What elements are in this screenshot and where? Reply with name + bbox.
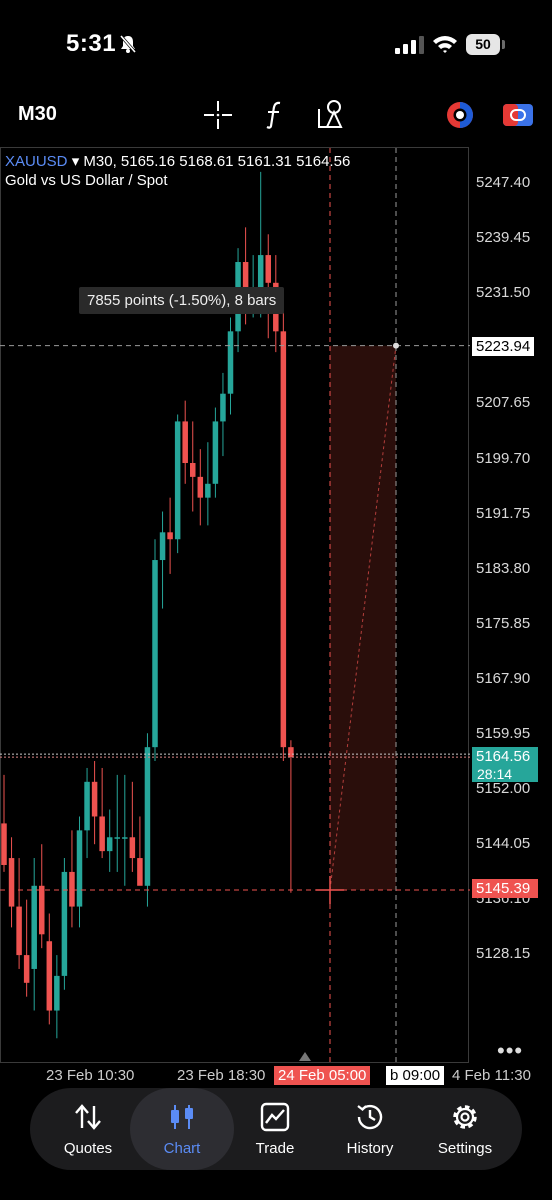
price-axis-label: 5128.15 (476, 945, 531, 963)
plot-border (0, 147, 469, 1063)
price-axis-label: 5199.70 (476, 449, 531, 467)
candle-body (84, 781, 90, 831)
candle-body (152, 560, 158, 748)
price-axis-label: 5247.40 (476, 174, 531, 191)
nav-label: Trade (255, 1140, 295, 1157)
candle-body (137, 858, 143, 886)
candle-body (46, 941, 53, 1011)
status-bar: 5:31 50 (0, 0, 552, 90)
candle-body (220, 393, 226, 422)
status-time: 5:31 (66, 30, 117, 57)
chart-canvas[interactable] (0, 145, 552, 1075)
candle-body (54, 975, 60, 1011)
candle-body (205, 483, 211, 498)
history-clock-icon (357, 1104, 383, 1130)
crosshair-icon[interactable] (200, 97, 236, 133)
nav-quotes[interactable]: Quotes (40, 1088, 136, 1170)
candle-body (61, 871, 68, 976)
settings-gear-icon (453, 1105, 477, 1129)
switch-account-icon[interactable] (500, 97, 536, 133)
wifi-icon (433, 36, 457, 53)
price-axis-label: 5183.80 (476, 559, 531, 577)
nav-label: History (346, 1140, 394, 1157)
quotes-arrows-icon (75, 1104, 101, 1130)
nav-trade[interactable]: Trade (227, 1088, 323, 1170)
candle-body (280, 331, 287, 748)
price-axis-label: 5191.75 (476, 504, 531, 522)
time-label: 4 Feb 11:30 (452, 1067, 531, 1084)
ohlc-values: ▾ M30, 5165.16 5168.61 5161.31 5164.56 (71, 153, 351, 170)
measure-end-time-tag: b 09:00 (386, 1066, 445, 1085)
indicators-function-icon[interactable] (258, 97, 294, 133)
candle-body (190, 463, 196, 477)
more-options-icon[interactable]: ••• (497, 1038, 523, 1064)
trade-chart-icon (260, 1102, 290, 1132)
bar-countdown: 28:14 (472, 766, 538, 782)
chart-toolbar: M30 (0, 95, 552, 137)
time-label: 23 Feb 10:30 (46, 1067, 135, 1084)
price-axis-label: 5239.45 (476, 229, 531, 247)
price-axis-label: 5207.65 (476, 394, 531, 412)
one-click-trading-icon[interactable] (442, 97, 478, 133)
price-axis-label: 5167.90 (476, 669, 531, 687)
measure-zone (330, 345, 396, 891)
candle-body (69, 871, 75, 907)
nav-chart[interactable]: Chart (130, 1088, 234, 1170)
price-axis-label: 5159.95 (476, 725, 531, 742)
candle-body (1, 823, 7, 865)
candle-body (174, 421, 181, 540)
symbol-description: Gold vs US Dollar / Spot (5, 172, 168, 189)
candle-body (106, 837, 113, 852)
candle-body (23, 955, 30, 983)
candle-body (265, 255, 271, 283)
measure-tooltip: 7855 points (-1.50%), 8 bars (79, 287, 285, 314)
time-label: 23 Feb 18:30 (177, 1067, 266, 1084)
candle-body (122, 837, 128, 839)
candle-body (167, 532, 173, 540)
candle-body (182, 421, 188, 464)
measure-end-point (393, 342, 399, 349)
price-axis-label: 5175.85 (476, 614, 531, 632)
bell-muted-icon (119, 35, 137, 53)
crosshair-time-tag: 24 Feb 05:00 (274, 1066, 371, 1085)
chart-symbol-header: XAUUSD ▾ M30, 5165.16 5168.61 5161.31 51… (5, 152, 350, 170)
crosshair-price-tag: 5223.94 (472, 337, 535, 356)
candle-body (91, 781, 98, 817)
nav-history[interactable]: History (322, 1088, 418, 1170)
nav-settings[interactable]: Settings (417, 1088, 513, 1170)
battery-indicator: 50 (466, 34, 500, 55)
symbol-name[interactable]: XAUUSD (5, 153, 68, 170)
time-axis-pointer (299, 1052, 311, 1061)
battery-tip (502, 40, 505, 49)
candle-body (76, 830, 83, 907)
bottom-navigation: Quotes Chart Trade History Settings (30, 1088, 522, 1170)
price-chart[interactable] (0, 145, 552, 1075)
price-axis-label: 5152.00 (476, 780, 531, 798)
candle-body (16, 906, 22, 956)
candle-body (227, 331, 234, 394)
nav-label: Settings (437, 1140, 493, 1157)
candle-body (144, 747, 151, 886)
candle-body (114, 837, 120, 839)
candle-body (31, 885, 37, 969)
nav-label: Chart (163, 1140, 201, 1157)
objects-shapes-icon[interactable] (314, 97, 350, 133)
candle-body (99, 816, 105, 852)
candle-body (159, 532, 166, 561)
timeframe-button[interactable]: M30 (18, 103, 57, 126)
candle-body (39, 885, 45, 935)
candle-body (212, 421, 219, 484)
candle-body (197, 476, 204, 498)
low-price-tag: 5145.39 (472, 879, 538, 898)
candle-body (129, 837, 136, 859)
price-axis-label: 5144.05 (476, 835, 531, 853)
candle-body (8, 858, 15, 907)
candle-body (288, 747, 294, 758)
current-price-tag: 5164.56 (472, 747, 538, 766)
chart-candles-icon (171, 1105, 193, 1129)
cellular-signal-icon (395, 36, 424, 54)
price-axis-label: 5231.50 (476, 284, 531, 302)
nav-label: Quotes (63, 1140, 113, 1157)
